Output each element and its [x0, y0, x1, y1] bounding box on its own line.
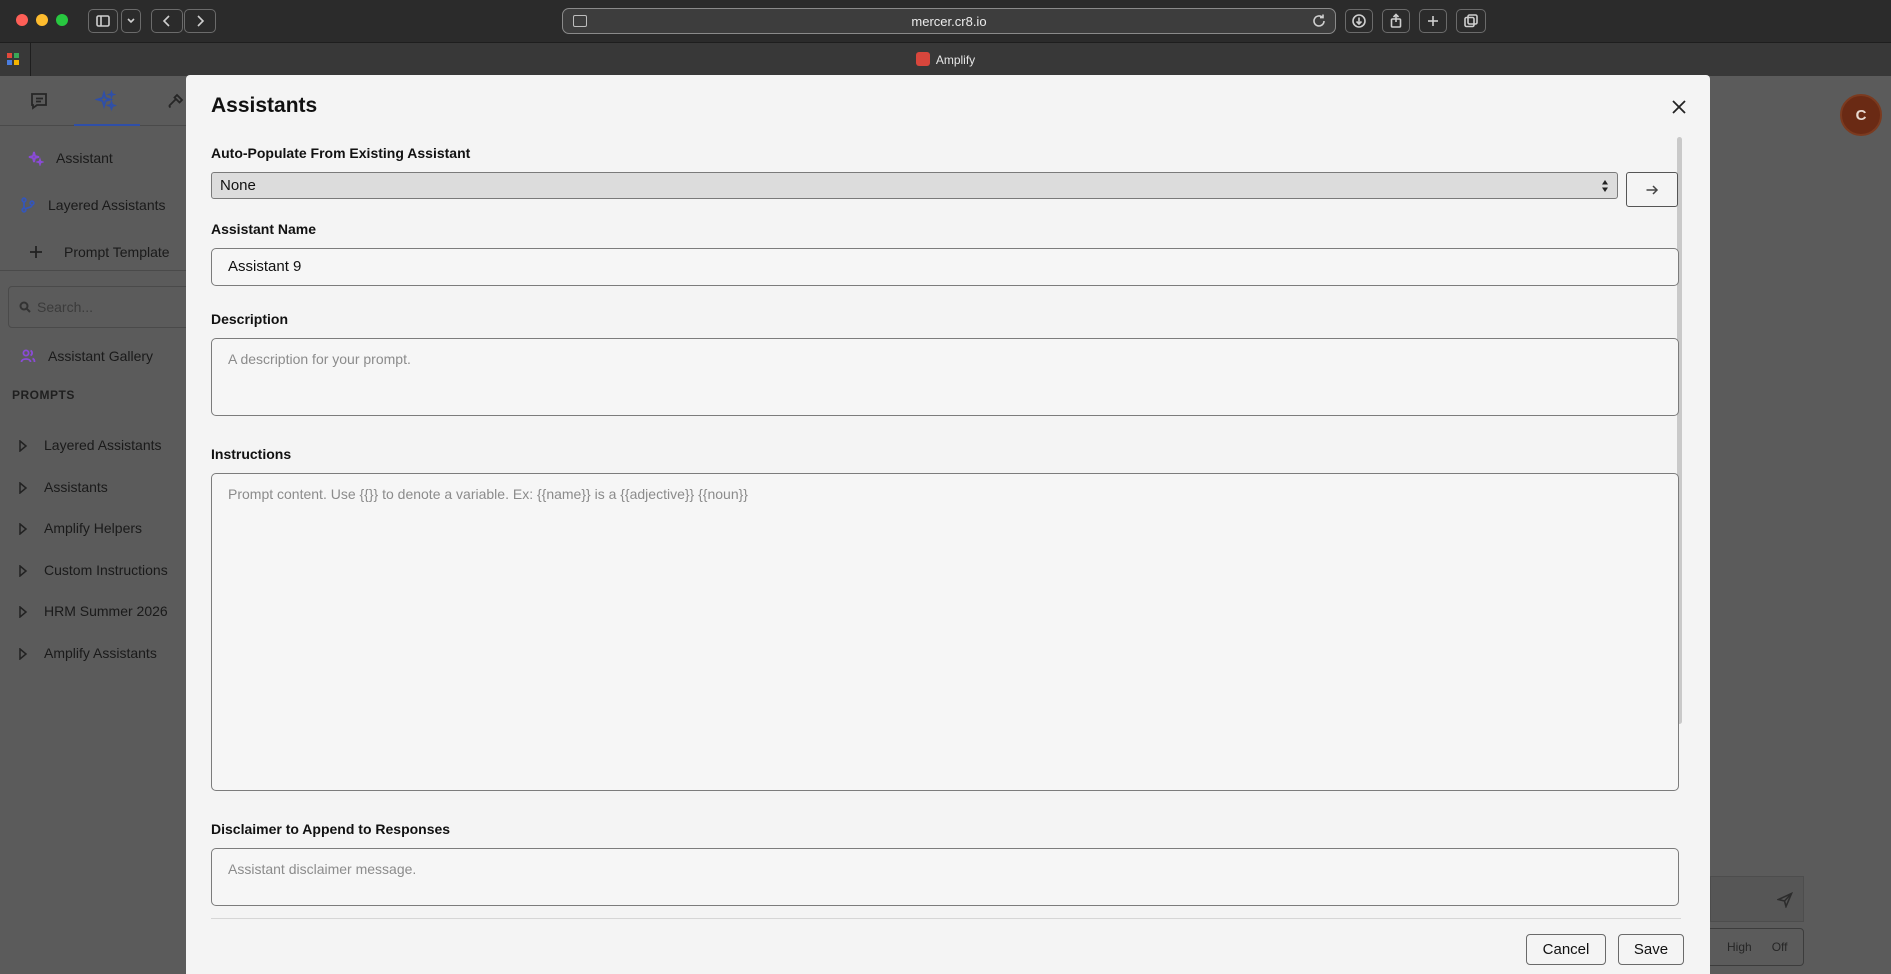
sidebar-item-assistant-gallery[interactable]: Assistant Gallery	[20, 348, 153, 364]
sidebar-item-label: Layered Assistants	[48, 197, 166, 213]
sidebar-item-layered-assistants[interactable]: Layered Assistants	[20, 197, 166, 213]
folder-label: Layered Assistants	[44, 437, 162, 453]
assistants-modal: Assistants Auto-Populate From Existing A…	[186, 75, 1710, 974]
sidebar-divider	[0, 270, 200, 271]
autopopulate-label: Auto-Populate From Existing Assistant	[211, 145, 471, 161]
disclaimer-textarea[interactable]: Assistant disclaimer message.	[211, 848, 1679, 906]
folder-label: Amplify Assistants	[44, 645, 157, 661]
description-placeholder: A description for your prompt.	[228, 351, 411, 367]
select-arrows-icon	[1601, 178, 1609, 194]
cancel-button[interactable]: Cancel	[1526, 934, 1606, 965]
assistant-name-value: Assistant 9	[228, 258, 302, 275]
mode-high[interactable]: High	[1727, 940, 1752, 954]
folder-label: Custom Instructions	[44, 562, 168, 578]
instructions-placeholder: Prompt content. Use {{}} to denote a var…	[228, 486, 748, 502]
folder-assistants[interactable]: Assistants	[18, 479, 108, 495]
apply-assistant-button[interactable]	[1626, 172, 1678, 207]
folder-hrm-summer-2026[interactable]: HRM Summer 2026	[18, 603, 168, 619]
autopopulate-select[interactable]: None	[211, 172, 1618, 199]
description-label: Description	[211, 311, 289, 327]
caret-right-icon	[18, 605, 28, 619]
folder-amplify-assistants[interactable]: Amplify Assistants	[18, 645, 157, 661]
site-settings-icon[interactable]	[573, 15, 587, 27]
amplify-favicon-icon	[915, 52, 930, 66]
folder-custom-instructions[interactable]: Custom Instructions	[18, 562, 168, 578]
tab-title: Amplify	[935, 53, 976, 67]
prompts-section-title: PROMPTS	[12, 388, 75, 402]
folder-label: Assistants	[44, 479, 108, 495]
user-avatar[interactable]: C	[1840, 94, 1882, 136]
search-placeholder: Search...	[37, 299, 94, 315]
save-button[interactable]: Save	[1618, 934, 1684, 965]
caret-right-icon	[18, 522, 28, 536]
assistant-name-input[interactable]: Assistant 9	[211, 248, 1679, 286]
download-icon[interactable]	[1345, 9, 1373, 33]
caret-right-icon	[18, 647, 28, 661]
close-window-button[interactable]	[16, 14, 28, 26]
sidebar-toggle-icon[interactable]	[88, 9, 118, 33]
caret-right-icon	[18, 564, 28, 578]
mode-selector[interactable]: High Off	[1706, 928, 1804, 966]
sidebar-item-label: Prompt Template	[64, 244, 170, 260]
folder-label: HRM Summer 2026	[44, 603, 168, 619]
sidebar-item-label: Assistant Gallery	[48, 348, 154, 364]
chat-input[interactable]	[1710, 876, 1804, 922]
search-icon	[19, 301, 31, 313]
address-bar[interactable]: mercer.cr8.io	[562, 8, 1336, 34]
caret-right-icon	[18, 439, 28, 453]
description-textarea[interactable]: A description for your prompt.	[211, 338, 1679, 416]
arrow-right-icon	[1646, 184, 1659, 195]
minimize-window-button[interactable]	[36, 14, 48, 26]
sidebar-search-input[interactable]: Search...	[8, 286, 198, 328]
zoom-window-button[interactable]	[56, 14, 68, 26]
instructions-label: Instructions	[211, 446, 292, 462]
modal-title: Assistants	[211, 94, 318, 117]
sidebar-item-label: Assistant	[56, 150, 113, 166]
mode-off[interactable]: Off	[1772, 940, 1788, 954]
sidebar: Assistant Layered Assistants Prompt Temp…	[0, 76, 200, 974]
folder-amplify-helpers[interactable]: Amplify Helpers	[18, 520, 142, 536]
folder-label: Amplify Helpers	[44, 520, 143, 536]
branch-icon	[20, 197, 36, 213]
plus-icon	[28, 244, 44, 260]
active-tab[interactable]: Amplify	[0, 52, 1891, 67]
active-tab-indicator	[74, 124, 140, 126]
sidebar-tabs	[0, 76, 200, 126]
sparkles-icon[interactable]	[94, 89, 119, 114]
instructions-textarea[interactable]: Prompt content. Use {{}} to denote a var…	[211, 473, 1679, 791]
back-arrow-icon[interactable]	[151, 9, 183, 33]
folder-layered-assistants[interactable]: Layered Assistants	[18, 437, 162, 453]
tab-overview-icon[interactable]	[1456, 9, 1486, 33]
tab-bar: Amplify	[0, 42, 1891, 77]
close-icon[interactable]	[1669, 97, 1689, 117]
sparkles-icon	[28, 150, 45, 167]
reload-icon[interactable]	[1311, 13, 1327, 29]
footer-divider	[211, 918, 1681, 919]
send-icon[interactable]	[1777, 892, 1793, 908]
sidebar-item-prompt-template[interactable]: Prompt Template	[28, 244, 170, 260]
select-value: None	[220, 177, 256, 194]
caret-right-icon	[18, 481, 28, 495]
share-icon[interactable]	[1382, 9, 1410, 33]
disclaimer-placeholder: Assistant disclaimer message.	[228, 861, 417, 877]
chevron-down-icon[interactable]	[121, 9, 141, 33]
disclaimer-label: Disclaimer to Append to Responses	[211, 821, 451, 837]
browser-titlebar: mercer.cr8.io	[0, 0, 1891, 42]
sidebar-item-assistant[interactable]: Assistant	[28, 150, 113, 167]
forward-arrow-icon[interactable]	[184, 9, 216, 33]
assistant-name-label: Assistant Name	[211, 221, 317, 237]
new-tab-icon[interactable]	[1419, 9, 1447, 33]
users-icon	[20, 348, 36, 364]
address-url: mercer.cr8.io	[911, 13, 987, 29]
chat-bubble-icon[interactable]	[28, 90, 52, 114]
